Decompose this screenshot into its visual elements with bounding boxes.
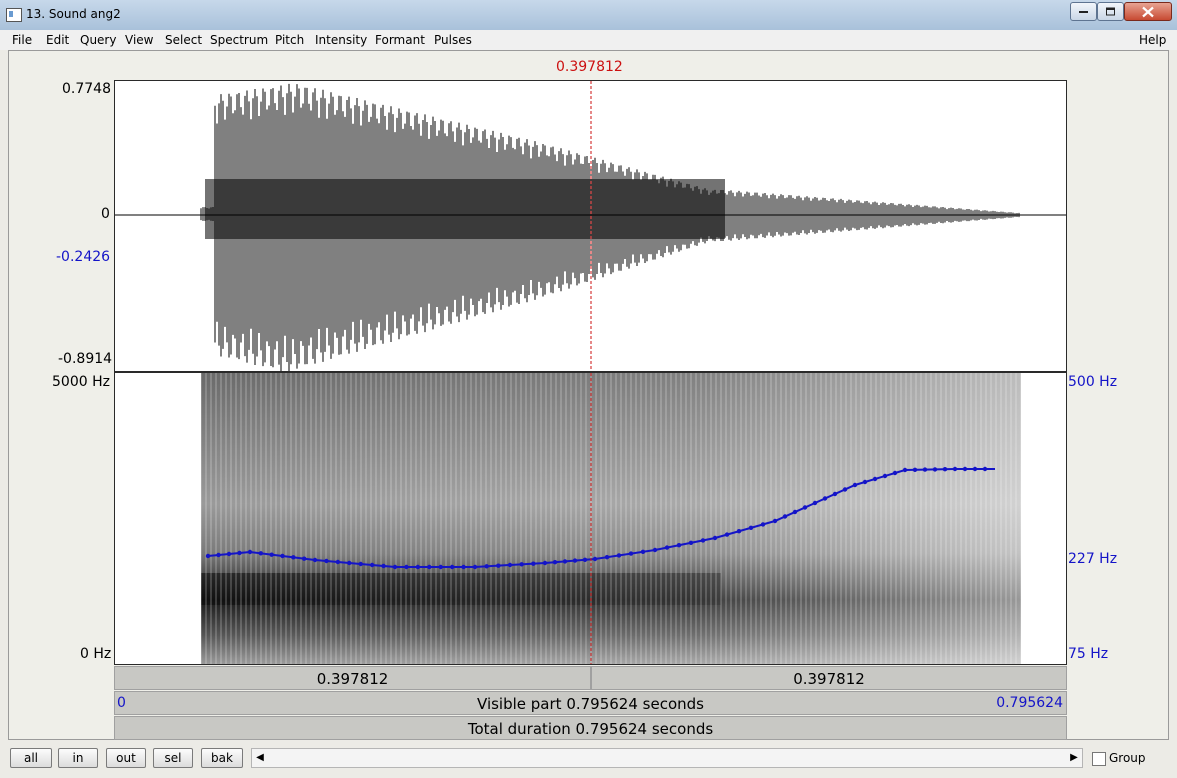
group-checkbox[interactable] xyxy=(1092,752,1106,766)
pitch-top-label: 500 Hz xyxy=(1068,374,1118,390)
total-duration-label: Total duration 0.795624 seconds xyxy=(467,720,714,738)
window-title: 13. Sound ang2 xyxy=(26,7,121,21)
menu-view[interactable]: View xyxy=(125,33,153,47)
pitch-mid-label: 227 Hz xyxy=(1068,551,1118,567)
wave-min-label: -0.8914 xyxy=(58,351,113,367)
menu-intensity[interactable]: Intensity xyxy=(315,33,367,47)
zoom-sel-button[interactable]: sel xyxy=(153,748,193,768)
menu-query[interactable]: Query xyxy=(80,33,116,47)
menu-select[interactable]: Select xyxy=(165,33,202,47)
time-segment-left[interactable]: 0.397812 xyxy=(114,666,591,690)
menu-help[interactable]: Help xyxy=(1139,33,1166,47)
time-segment-right-label: 0.397812 xyxy=(793,670,865,688)
zoom-all-button[interactable]: all xyxy=(10,748,52,768)
scroll-left-icon[interactable]: ◀ xyxy=(252,749,268,767)
cursor-time-label: 0.397812 xyxy=(556,59,623,75)
menu-spectrum[interactable]: Spectrum xyxy=(210,33,268,47)
bottom-toolbar: all in out sel bak ◀ ▶ Group xyxy=(0,742,1177,778)
wave-zero-label: 0 xyxy=(101,206,110,222)
minimize-button[interactable] xyxy=(1070,2,1097,21)
visible-part-bar[interactable]: 0 Visible part 0.795624 seconds 0.795624 xyxy=(114,691,1067,715)
wave-max-label: 0.7748 xyxy=(62,81,111,97)
menu-pulses[interactable]: Pulses xyxy=(434,33,472,47)
freq-bottom-label: 0 Hz xyxy=(80,646,112,662)
time-segment-left-label: 0.397812 xyxy=(316,670,389,688)
zoom-back-button[interactable]: bak xyxy=(201,748,243,768)
group-label: Group xyxy=(1109,751,1146,765)
time-scrollbar[interactable]: ◀ ▶ xyxy=(251,748,1083,768)
time-segment-right[interactable]: 0.397812 xyxy=(591,666,1067,690)
waveform-plot xyxy=(115,81,1066,371)
scroll-right-icon[interactable]: ▶ xyxy=(1066,749,1082,767)
spectrogram-view[interactable] xyxy=(114,372,1067,665)
zoom-in-button[interactable]: in xyxy=(58,748,98,768)
minimize-icon xyxy=(1078,10,1088,13)
maximize-button[interactable] xyxy=(1097,2,1124,21)
menu-file[interactable]: File xyxy=(12,33,32,47)
visible-end-label: 0.795624 xyxy=(996,695,1063,711)
maximize-icon xyxy=(1105,7,1115,15)
close-icon xyxy=(1142,6,1154,17)
spectrogram-plot xyxy=(201,373,1021,664)
menu-edit[interactable]: Edit xyxy=(46,33,69,47)
menu-pitch[interactable]: Pitch xyxy=(275,33,304,47)
title-bar[interactable]: 13. Sound ang2 xyxy=(0,0,1177,31)
visible-part-label: Visible part 0.795624 seconds xyxy=(477,695,704,713)
wave-cursor-value-label: -0.2426 xyxy=(56,249,111,265)
menu-bar: File Edit Query View Select Spectrum Pit… xyxy=(0,30,1177,50)
pitch-bottom-label: 75 Hz xyxy=(1068,646,1109,662)
waveform-view[interactable] xyxy=(114,80,1067,372)
zoom-out-button[interactable]: out xyxy=(106,748,146,768)
menu-formant[interactable]: Formant xyxy=(375,33,425,47)
app-icon xyxy=(6,8,22,22)
freq-top-label: 5000 Hz xyxy=(52,374,110,390)
total-duration-bar[interactable]: Total duration 0.795624 seconds xyxy=(114,716,1067,740)
close-button[interactable] xyxy=(1124,2,1172,21)
